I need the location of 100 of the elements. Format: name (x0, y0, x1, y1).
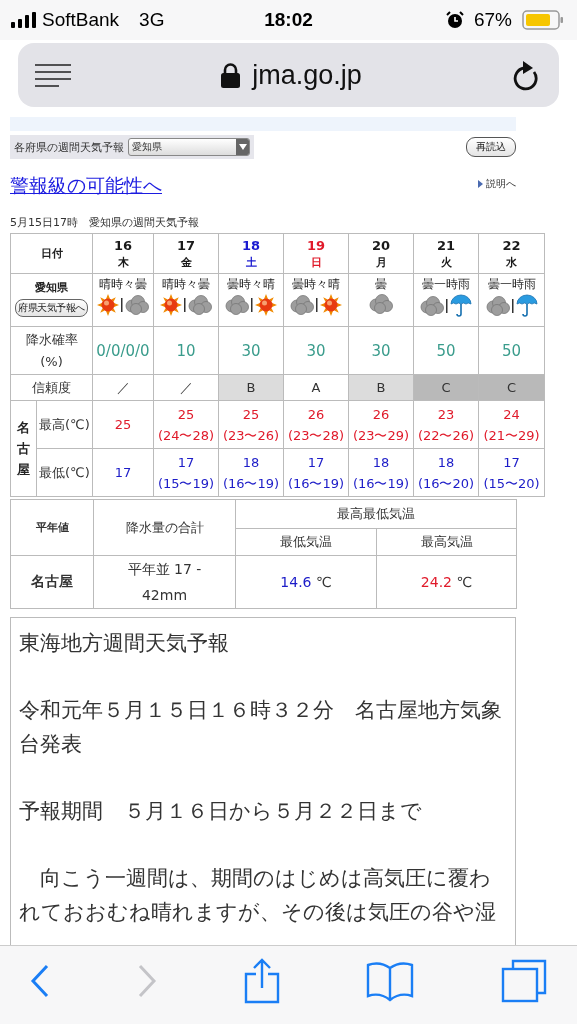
max-temp-normal: 24.2 (420, 574, 452, 590)
max-temp: 24 (502, 405, 521, 424)
precipitation-cell: 0/0/0/0 (92, 326, 154, 375)
reload-icon[interactable] (512, 59, 540, 91)
date-cell: 20 月 (348, 233, 414, 274)
region-name: 愛知県 (34, 280, 69, 295)
date-cell: 17 金 (153, 233, 219, 274)
max-temp: 23 (436, 405, 456, 424)
date-cell: 16 木 (92, 233, 154, 274)
min-temp: 17 (502, 453, 521, 472)
precipitation-cell: 30 (348, 326, 414, 375)
separator-icon (446, 299, 448, 313)
row-header: 最高(℃) (36, 400, 93, 449)
weather-text: 曇一時雨 (421, 276, 471, 293)
row-header: 信頼度 (10, 374, 93, 401)
min-temp-range: (16〜19) (286, 474, 346, 493)
battery-icon (522, 10, 564, 30)
table-header-cell: 最高気温 (376, 528, 517, 556)
reload-button[interactable]: 再読込 (466, 137, 516, 157)
alarm-icon (445, 11, 464, 29)
date-cell: 21 火 (413, 233, 479, 274)
selector-label: 各府県の週間天気予報 (14, 139, 124, 155)
max-temp: 25 (241, 405, 261, 424)
date-cell: 18 土 (218, 233, 284, 274)
weather-text: 曇 (374, 276, 388, 293)
min-temp: 18 (371, 453, 391, 472)
weather-text: 曇時々晴 (291, 276, 341, 293)
bookmarks-icon[interactable] (366, 960, 415, 1002)
precipitation-cell: 30 (218, 326, 284, 375)
max-temp-range: (22〜26) (416, 426, 476, 445)
warning-link[interactable]: 警報級の可能性へ (10, 173, 162, 199)
network-type: 3G (139, 9, 165, 31)
reader-menu-icon[interactable] (35, 63, 71, 87)
city-name: 名古屋 (10, 555, 94, 609)
precipitation-cell: 50 (413, 326, 479, 375)
lock-icon (221, 62, 241, 88)
battery-percent: 67% (473, 9, 512, 31)
min-temp-range: (15〜19) (156, 474, 216, 493)
carrier-name: SoftBank (42, 9, 120, 31)
min-temp-normal: 14.6 (280, 574, 312, 590)
min-temp-range: (15〜20) (482, 474, 541, 493)
separator-icon (511, 299, 514, 313)
weather-text: 曇時々晴 (226, 276, 276, 293)
min-temp: 18 (436, 453, 456, 472)
min-temp: 17 (113, 464, 133, 482)
max-temp: 25 (176, 405, 196, 424)
help-link[interactable]: 説明へ (486, 177, 516, 191)
table-header-cell: 降水量の合計 (93, 499, 236, 556)
weather-text: 曇一時雨 (486, 276, 537, 293)
bulletin-paragraph: 東海地方週間天気予報 (19, 630, 230, 657)
max-temp: 26 (371, 405, 391, 424)
chevron-icon (478, 180, 483, 188)
separator-icon (184, 298, 186, 312)
min-temp-range: (16〜20) (416, 474, 476, 493)
share-icon[interactable] (243, 958, 280, 1004)
min-temp-range: (16〜19) (221, 474, 281, 493)
min-temp: 17 (306, 453, 326, 472)
signal-icon (11, 12, 36, 28)
table-header-cell: 最高最低気温 (235, 499, 517, 529)
address-bar[interactable]: jma.go.jp (18, 43, 559, 107)
max-temp-range: (23〜29) (351, 426, 411, 445)
min-temp: 18 (241, 453, 261, 472)
max-temp-range: (21〜29) (482, 426, 541, 445)
clock-time: 18:02 (264, 9, 313, 31)
prefecture-forecast-button[interactable]: 府県天気予報へ (15, 299, 88, 317)
prefecture-select[interactable]: 愛知県 (128, 138, 250, 156)
separator-icon (121, 298, 123, 312)
table-header-cell: 最低気温 (235, 528, 377, 556)
forecast-caption: 5月15日17時 愛知県の週間天気予報 (10, 215, 200, 230)
row-header: (%) (39, 352, 64, 371)
max-temp: 25 (113, 416, 133, 434)
min-temp-range: (16〜19) (351, 474, 411, 493)
weather-text: 晴時々曇 (161, 276, 211, 293)
weather-text: 晴時々曇 (98, 276, 148, 293)
table-header-cell: 平年値 (10, 499, 94, 556)
date-cell: 22 水 (478, 233, 545, 274)
tabs-icon[interactable] (501, 959, 547, 1003)
url-text: jma.go.jp (252, 59, 362, 91)
unit-label: ℃ (456, 574, 473, 590)
back-icon[interactable] (30, 964, 50, 998)
table-header-cell: 日付 (10, 233, 93, 274)
city-name: 名古屋 (10, 400, 37, 497)
unit-label: ℃ (315, 574, 332, 590)
precipitation-cell: 10 (153, 326, 219, 375)
separator-icon (316, 298, 318, 312)
max-temp-range: (23〜28) (286, 426, 346, 445)
precipitation-cell: 50 (478, 326, 545, 375)
bulletin-paragraph: 令和元年５月１５日１６時３２分 名古屋地方気象台発表 (19, 697, 503, 758)
bulletin-paragraph: 向こう一週間は、期間のはじめは高気圧に覆われておおむね晴れますが、その後は気圧の谷や湿 (19, 865, 497, 926)
precipitation-cell: 30 (283, 326, 349, 375)
date-cell: 19 日 (283, 233, 349, 274)
max-temp: 26 (306, 405, 326, 424)
reliability-cell: C (478, 374, 545, 401)
min-temp: 17 (176, 453, 196, 472)
bulletin-paragraph: 予報期間 ５月１６日から５月２２日まで (19, 798, 423, 825)
row-header: 降水確率 (24, 330, 79, 349)
max-temp-range: (23〜26) (221, 426, 281, 445)
max-temp-range: (24〜28) (156, 426, 216, 445)
row-header: 最低(℃) (36, 448, 93, 497)
separator-icon (251, 298, 253, 312)
